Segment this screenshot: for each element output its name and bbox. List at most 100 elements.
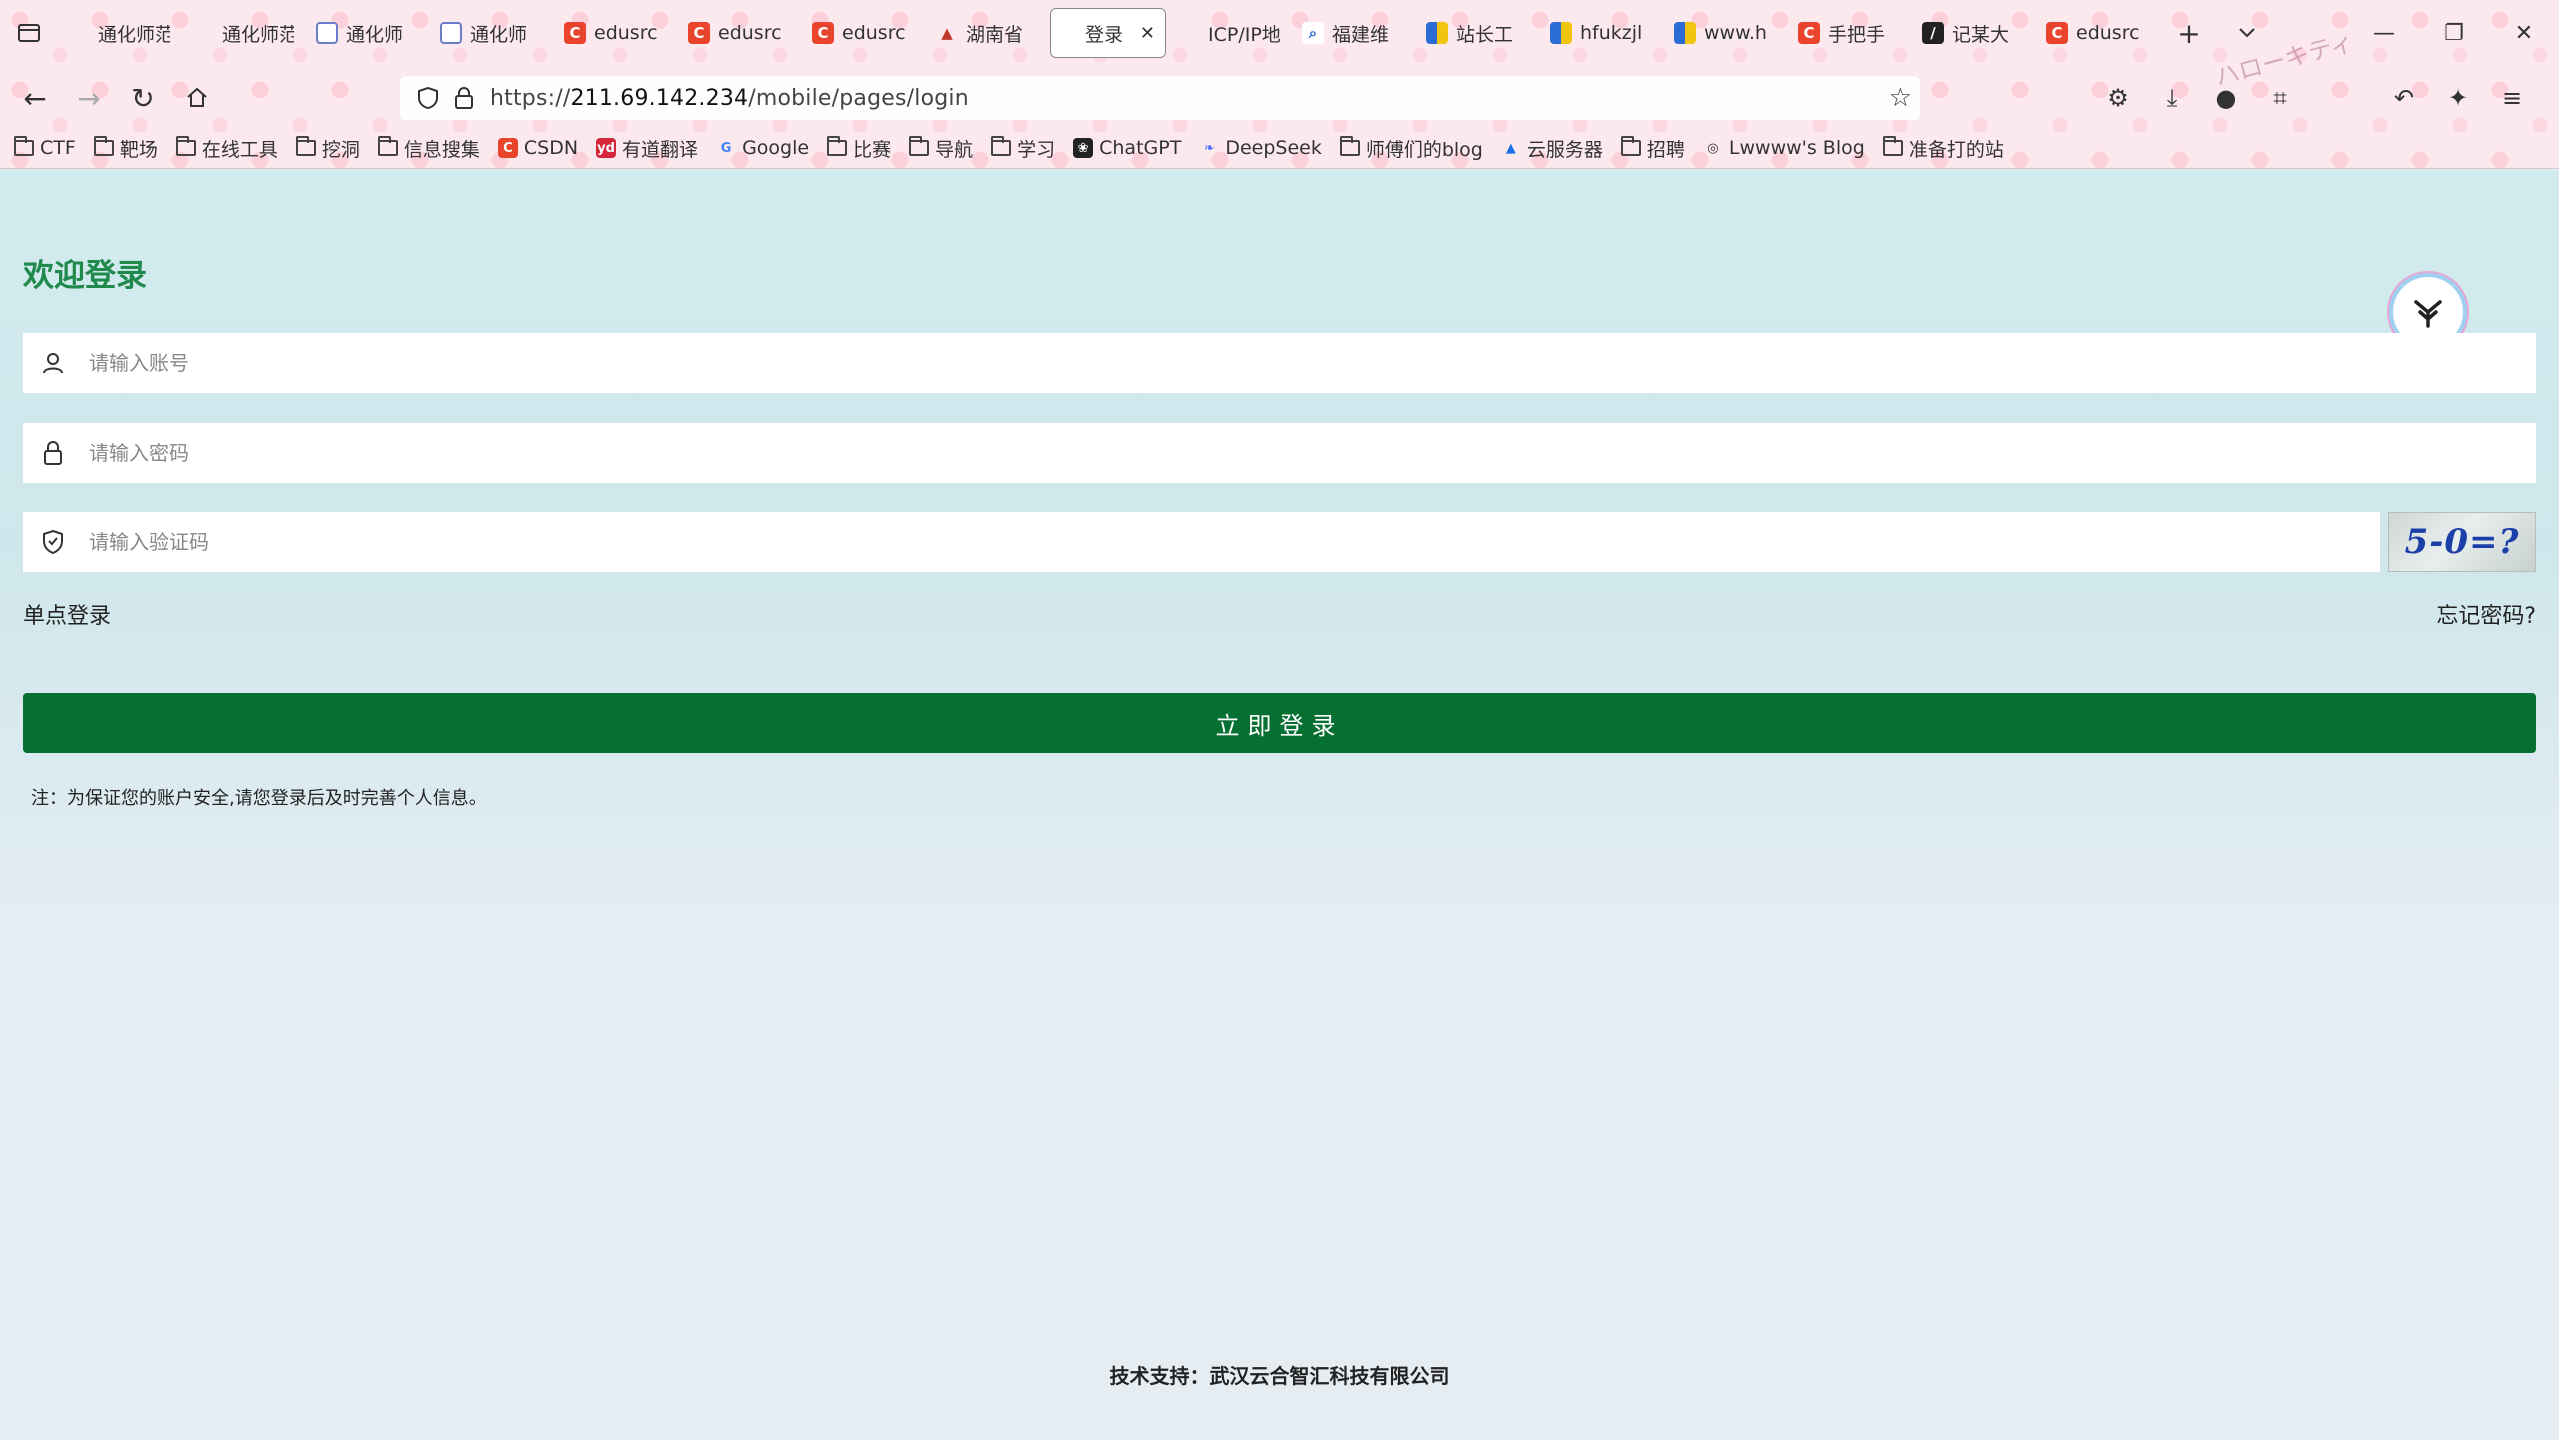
bookmark-item[interactable]: C CSDN — [497, 137, 578, 159]
close-window-icon[interactable]: ✕ — [2489, 0, 2559, 66]
browser-tab[interactable]: 通化师 — [306, 8, 428, 58]
browser-tab[interactable]: 通化师范学 — [58, 8, 180, 58]
bookmark-item[interactable]: 准备打的站 — [1882, 135, 2004, 162]
bookmark-item[interactable]: 信息搜集 — [377, 135, 480, 162]
bookmark-item[interactable]: 比赛 — [827, 135, 891, 162]
grid-page-icon — [316, 22, 338, 44]
tab-label: 手把手 — [1828, 23, 1886, 46]
bookmark-item[interactable]: 在线工具 — [175, 135, 278, 162]
csdn-c-icon: C — [564, 22, 586, 44]
url-path: /mobile/pages/login — [748, 85, 969, 111]
bookmark-item[interactable]: 学习 — [991, 135, 1055, 162]
bookmark-label: 挖洞 — [321, 138, 360, 161]
bookmark-label: 学习 — [1017, 138, 1056, 161]
browser-tab[interactable]: ICP/IP地址 — [1168, 8, 1290, 58]
shield-icon[interactable] — [410, 86, 446, 110]
browser-tab[interactable]: ⌕ 福建维 — [1292, 8, 1414, 58]
reload-icon[interactable]: ↻ — [116, 72, 170, 124]
sso-login-link[interactable]: 单点登录 — [23, 598, 111, 630]
browser-tab[interactable]: 通化师 — [430, 8, 552, 58]
folder-icon — [1620, 136, 1641, 156]
browser-tab[interactable]: 通化师范学 — [182, 8, 304, 58]
cloud-server-icon: ▲ — [1505, 140, 1516, 156]
new-tab-button[interactable]: + — [2160, 8, 2218, 58]
bookmark-item[interactable]: ▲ 云服务器 — [1501, 135, 1603, 162]
tab-label: edusrc — [718, 22, 782, 44]
captcha-input[interactable] — [83, 512, 2380, 572]
lock-warning-icon[interactable] — [446, 86, 482, 110]
tab-close-icon[interactable]: ✕ — [1140, 23, 1155, 44]
captcha-image[interactable]: 5-0=? — [2388, 512, 2536, 572]
bookmark-item[interactable]: 导航 — [909, 135, 973, 162]
folder-icon — [1339, 136, 1360, 156]
browser-tab[interactable]: hfukzjl — [1540, 8, 1662, 58]
menu-icon[interactable]: ≡ — [2485, 72, 2539, 124]
browser-tab[interactable]: C 手把手 — [1788, 8, 1910, 58]
account-input[interactable] — [83, 333, 2536, 393]
csdn-c-icon: C — [688, 22, 710, 44]
bookmark-item[interactable]: G Google — [716, 137, 809, 159]
blank-favicon-icon — [1178, 22, 1200, 44]
bookmark-item[interactable]: 招聘 — [1620, 135, 1685, 162]
captcha-field[interactable] — [23, 512, 2380, 572]
tab-label: 站长工 — [1456, 23, 1514, 46]
tab-bar: 通化师范学通化师范学通化师通化师CedusrcCedusrcCedusrc▲湖南… — [0, 0, 2559, 66]
grid-page-icon — [440, 22, 462, 44]
bookmark-item[interactable]: ❧ DeepSeek — [1199, 137, 1322, 159]
globe-icon: ◎ — [1707, 140, 1719, 156]
browser-tab[interactable]: Cedusrc — [678, 8, 800, 58]
extensions-icon[interactable]: ✦ — [2431, 72, 2485, 124]
browser-tab[interactable]: ∕ 记某大 — [1912, 8, 2034, 58]
csdn-c-icon: C — [1798, 22, 1820, 44]
login-page: 欢迎登录 5-0=? 单点登录 忘记密码? 立即登录 注：为保证您的账户安全,请… — [0, 170, 2559, 1440]
tab-label: edusrc — [2076, 22, 2140, 44]
undo-icon[interactable]: ↶ — [2377, 72, 2431, 124]
bookmark-item[interactable]: ❀ ChatGPT — [1073, 137, 1181, 159]
security-note: 注：为保证您的账户安全,请您登录后及时完善个人信息。 — [31, 788, 487, 809]
blank-favicon-icon — [68, 22, 90, 44]
blank-favicon-icon — [192, 22, 214, 44]
address-bar[interactable]: https://211.69.142.234/mobile/pages/logi… — [400, 76, 1920, 120]
bookmark-label: 比赛 — [853, 138, 892, 161]
forward-icon[interactable]: → — [62, 72, 116, 124]
tab-label: edusrc — [842, 22, 906, 44]
bookmark-star-icon[interactable]: ☆ — [1889, 83, 1912, 113]
bookmark-item[interactable]: 挖洞 — [295, 135, 360, 162]
login-button[interactable]: 立即登录 — [23, 693, 2536, 753]
bookmark-item[interactable]: ◎ Lwwww's Blog — [1703, 137, 1865, 159]
tab-list-icon[interactable] — [0, 0, 58, 66]
browser-tab[interactable]: Cedusrc — [802, 8, 924, 58]
crop-icon[interactable]: ⌗ — [2253, 72, 2307, 124]
account-avatar-icon[interactable]: ● — [2199, 72, 2253, 124]
download-icon[interactable]: ⤓ — [2145, 72, 2199, 124]
forgot-password-link[interactable]: 忘记密码? — [2436, 598, 2536, 630]
back-icon[interactable]: ← — [8, 72, 62, 124]
bookmark-label: CTF — [40, 137, 76, 159]
csdn-c-icon: C — [812, 22, 834, 44]
bookmark-item[interactable]: yd 有道翻译 — [596, 135, 698, 162]
bookmark-label: 师傅们的blog — [1365, 138, 1483, 161]
url-text[interactable]: https://211.69.142.234/mobile/pages/logi… — [490, 86, 969, 111]
tab-label: edusrc — [594, 22, 658, 44]
bookmark-item[interactable]: 靶场 — [93, 135, 158, 162]
bookmark-label: 信息搜集 — [403, 138, 480, 161]
tab-label: ICP/IP地址 — [1208, 23, 1280, 46]
password-input[interactable] — [83, 423, 2536, 483]
account-field[interactable] — [23, 333, 2536, 393]
home-icon[interactable] — [170, 72, 224, 124]
restore-icon[interactable]: ❐ — [2419, 0, 2489, 66]
settings-gear-icon[interactable]: ⚙ — [2091, 72, 2145, 124]
browser-tab[interactable]: Cedusrc — [554, 8, 676, 58]
browser-tab[interactable]: ▲ 湖南省 — [926, 8, 1048, 58]
folder-icon — [991, 136, 1012, 156]
browser-tab[interactable]: 站长工 — [1416, 8, 1538, 58]
browser-tab[interactable]: Cedusrc — [2036, 8, 2158, 58]
site-favicon-icon — [1674, 22, 1696, 44]
browser-tab[interactable]: 登录 ✕ — [1050, 8, 1166, 58]
browser-tab[interactable]: www.h — [1664, 8, 1786, 58]
bookmark-item[interactable]: CTF — [14, 136, 76, 159]
search-icon: ⌕ — [1302, 22, 1324, 44]
password-field[interactable] — [23, 423, 2536, 483]
bookmark-item[interactable]: 师傅们的blog — [1339, 135, 1483, 162]
folder-icon — [93, 136, 114, 156]
